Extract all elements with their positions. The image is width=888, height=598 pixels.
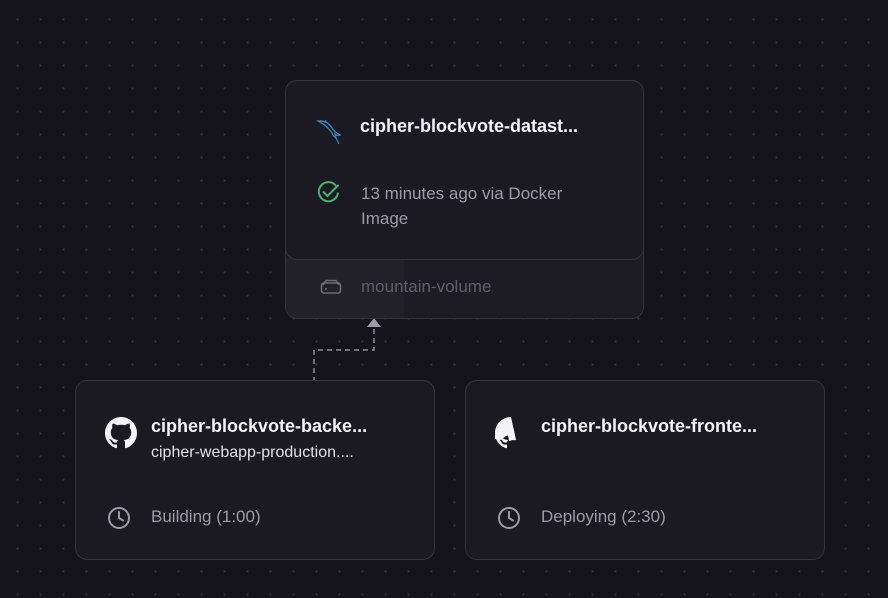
database-service-name: cipher-blockvote-datast... xyxy=(360,116,579,136)
mysql-dolphin-icon xyxy=(315,119,342,145)
github-icon xyxy=(495,417,517,449)
backend-service-card[interactable]: cipher-blockvote-backe... cipher-webapp-… xyxy=(75,380,435,560)
hard-drive-icon xyxy=(320,279,342,294)
volume-bar[interactable]: mountain-volume xyxy=(286,258,643,318)
clock-icon xyxy=(498,507,520,529)
dependency-connector xyxy=(313,318,381,382)
volume-label: mountain-volume xyxy=(361,277,492,296)
connector-arrowhead xyxy=(367,318,381,327)
frontend-service-card[interactable]: cipher-blockvote-fronte... Deploying (2:… xyxy=(465,380,825,560)
project-canvas[interactable]: mountain-volume cipher-blockvote-datast.… xyxy=(0,0,888,598)
check-circle-icon xyxy=(317,181,339,203)
clock-icon xyxy=(108,507,130,529)
frontend-deploy-status: Deploying (2:30) xyxy=(541,507,666,526)
backend-deploy-status: Building (1:00) xyxy=(151,507,261,526)
github-icon xyxy=(105,417,137,449)
backend-service-name: cipher-blockvote-backe... xyxy=(151,416,368,436)
database-service-card[interactable]: mountain-volume cipher-blockvote-datast.… xyxy=(285,80,644,319)
database-deploy-status: 13 minutes ago via Docker Image xyxy=(361,184,563,228)
frontend-service-name: cipher-blockvote-fronte... xyxy=(541,416,758,436)
backend-service-domain[interactable]: cipher-webapp-production.... xyxy=(151,444,354,462)
database-card-main[interactable]: cipher-blockvote-datast... 13 minutes ag… xyxy=(285,80,644,260)
